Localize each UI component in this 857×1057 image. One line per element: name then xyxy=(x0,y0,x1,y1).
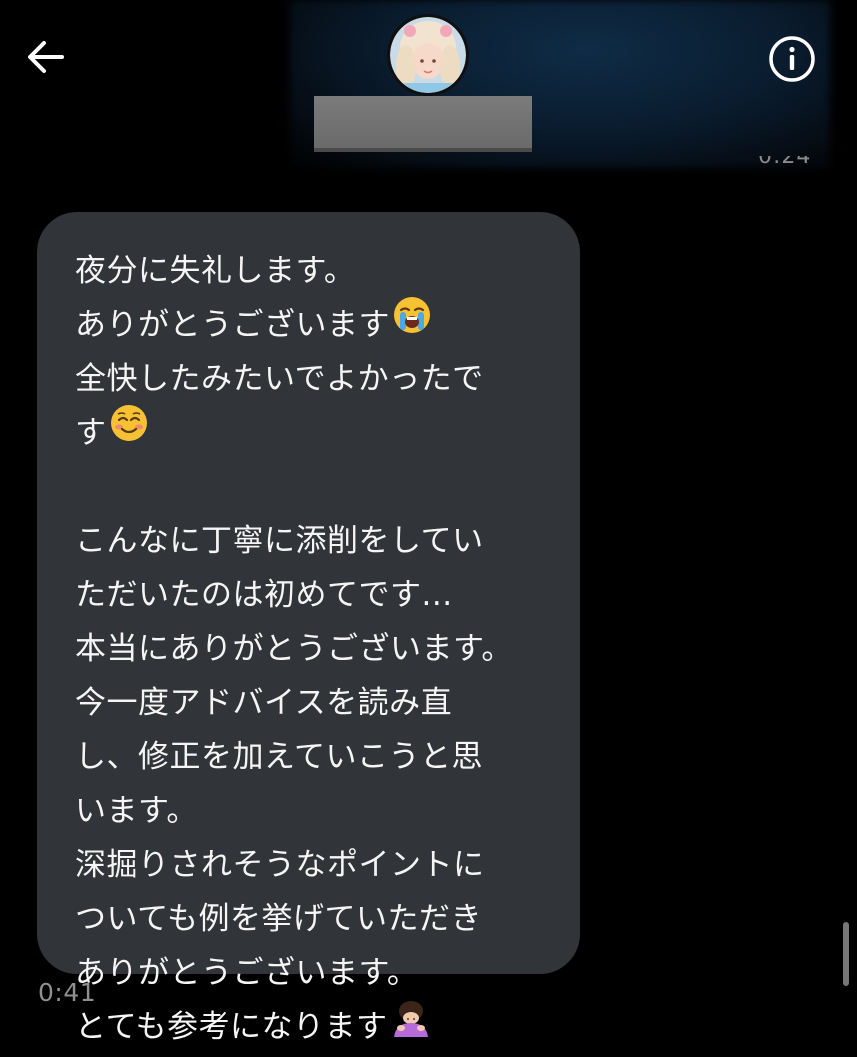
message-line xyxy=(75,460,560,514)
message-text: ありがとうございます xyxy=(75,307,390,343)
smiling-face-emoji xyxy=(109,403,149,460)
message-text: ついても例を挙げていただき xyxy=(75,901,483,937)
scrollbar[interactable] xyxy=(843,922,849,986)
message-bubble[interactable]: 夜分に失礼します。 ありがとうございます 全快したみたいでよかったで す こんな… xyxy=(37,212,580,1045)
message-text: とても参考になります xyxy=(75,1009,388,1045)
info-circle-icon xyxy=(769,36,815,82)
message-line: す xyxy=(75,403,560,460)
previous-time-text: 0:24 xyxy=(758,156,812,169)
message-line: います。 xyxy=(75,784,560,838)
back-button[interactable] xyxy=(22,33,70,81)
message-line: し、修正を加えていこうと思 xyxy=(75,730,560,784)
message-text: す xyxy=(75,415,107,451)
message-text: 今一度アドバイスを読み直 xyxy=(75,685,453,721)
message-text: 本当にありがとうございます。 xyxy=(75,631,513,667)
arrow-left-icon xyxy=(28,41,64,73)
message-line: ありがとうございます。 xyxy=(75,946,560,1000)
person-bowing-emoji xyxy=(390,997,432,1054)
message-line: ただいたのは初めてです... xyxy=(75,568,560,622)
info-button[interactable] xyxy=(766,33,818,85)
message-text: し、修正を加えていこうと思 xyxy=(75,739,483,775)
chat-header xyxy=(0,0,857,170)
message-text: ただいたのは初めてです... xyxy=(75,577,453,613)
message-text: 夜分に失礼します。 xyxy=(75,253,356,289)
message-text: こんなに丁寧に添削をしてい xyxy=(75,523,484,559)
message-timestamp: 0:41 xyxy=(38,978,97,1007)
message-line: 夜分に失礼します。 xyxy=(75,244,560,298)
avatar-image xyxy=(390,17,466,93)
message-text: 全快したみたいでよかったで xyxy=(75,361,484,397)
message-line: こんなに丁寧に添削をしてい xyxy=(75,514,560,568)
loudly-crying-face-emoji xyxy=(392,295,432,352)
contact-name-redacted[interactable] xyxy=(314,96,532,152)
message-line: ありがとうございます xyxy=(75,295,560,352)
message-line: 全快したみたいでよかったで xyxy=(75,352,560,406)
previous-message-timestamp: 0:24 xyxy=(758,156,828,176)
message-line: 本当にありがとうございます。 xyxy=(75,622,560,676)
message-text: ありがとうございます。 xyxy=(75,955,419,991)
contact-avatar[interactable] xyxy=(387,14,469,96)
message-line: ついても例を挙げていただき xyxy=(75,892,560,946)
message-text: 深掘りされそうなポイントに xyxy=(75,847,485,883)
message-text: います。 xyxy=(75,793,198,829)
message-line: 深掘りされそうなポイントに xyxy=(75,838,560,892)
message-line: とても参考になります xyxy=(75,1000,560,1054)
message-line: 今一度アドバイスを読み直 xyxy=(75,676,560,730)
